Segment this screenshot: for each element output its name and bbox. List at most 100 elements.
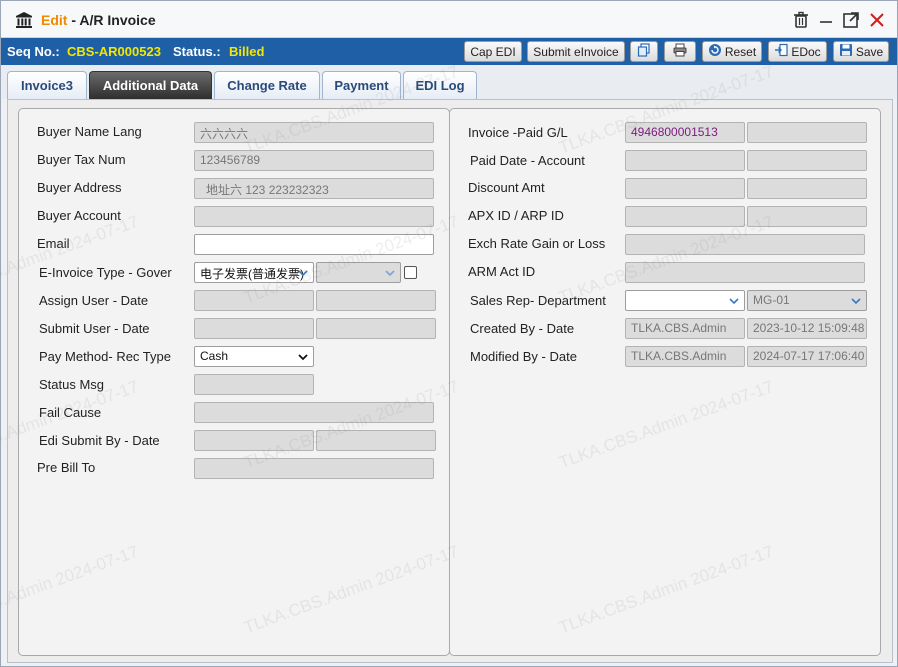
apx-arp-label: APX ID / ARP ID <box>468 208 564 223</box>
sales-rep-label: Sales Rep- Department <box>470 293 606 308</box>
buyer-tax-num-field[interactable]: 123456789 <box>194 150 434 171</box>
close-icon[interactable] <box>867 10 887 30</box>
email-field[interactable] <box>194 234 434 255</box>
fail-cause-label: Fail Cause <box>39 405 102 420</box>
submit-date-field[interactable] <box>316 318 436 339</box>
department-select[interactable]: MG-01 <box>747 290 867 311</box>
exch-rate-field[interactable] <box>625 234 865 255</box>
buyer-name-lang-field[interactable]: 六六六六 <box>194 122 434 143</box>
arm-act-field[interactable] <box>625 262 865 283</box>
maximize-icon[interactable] <box>841 10 861 30</box>
trash-icon[interactable] <box>791 10 811 30</box>
pay-method-select[interactable]: Cash <box>194 346 314 367</box>
discount-amt-field[interactable] <box>625 178 745 199</box>
right-panel: Invoice -Paid G/L 4946800001513 Paid Dat… <box>449 108 881 656</box>
chevron-down-icon <box>297 267 309 279</box>
invoice-paid-gl-field-2[interactable] <box>747 122 867 143</box>
paid-date-field[interactable] <box>625 150 745 171</box>
tab-content: Buyer Name Lang 六六六六 Buyer Tax Num 12345… <box>0 62 893 663</box>
title-bar: Edit - A/R Invoice <box>1 1 897 38</box>
exch-rate-label: Exch Rate Gain or Loss <box>468 236 606 251</box>
save-label: Save <box>855 44 884 59</box>
edi-submit-date-field[interactable] <box>316 430 436 451</box>
pre-bill-to-field[interactable] <box>194 458 434 479</box>
modified-by-label: Modified By - Date <box>470 349 577 364</box>
buyer-address-field[interactable]: 地址六 123 223232323 <box>194 178 434 199</box>
edi-submit-by-label: Edi Submit By - Date <box>39 433 160 448</box>
created-by-field[interactable]: TLKA.CBS.Admin <box>625 318 745 339</box>
copy-button[interactable] <box>630 41 658 62</box>
tab-payment[interactable]: Payment <box>322 71 401 99</box>
gover-checkbox[interactable] <box>404 266 417 279</box>
paid-date-label: Paid Date - Account <box>470 153 585 168</box>
title-separator: - <box>67 12 80 28</box>
window-title: Edit - A/R Invoice <box>41 12 156 28</box>
status-label: Status.: <box>173 44 221 59</box>
buyer-name-lang-label: Buyer Name Lang <box>37 124 142 139</box>
reset-button[interactable]: Reset <box>702 41 762 62</box>
sales-rep-select[interactable] <box>625 290 745 311</box>
invoice-paid-gl-label: Invoice -Paid G/L <box>468 125 568 140</box>
email-label: Email <box>37 236 70 251</box>
save-button[interactable]: Save <box>833 41 889 62</box>
submit-einvoice-button[interactable]: Submit eInvoice <box>527 41 625 62</box>
einvoice-type-select[interactable]: 电子发票(普通发票) <box>194 262 314 283</box>
apx-id-field[interactable] <box>625 206 745 227</box>
assign-user-label: Assign User - Date <box>39 293 149 308</box>
copy-icon <box>637 43 651 60</box>
cap-edi-button[interactable]: Cap EDI <box>464 41 522 62</box>
assign-date-field[interactable] <box>316 290 436 311</box>
status-value: Billed <box>229 44 265 59</box>
print-button[interactable] <box>664 41 696 62</box>
chevron-down-icon <box>297 351 309 363</box>
invoice-paid-gl-field[interactable]: 4946800001513 <box>625 122 745 143</box>
ar-invoice-window: Edit - A/R Invoice Seq No.: CBS-AR000523… <box>0 0 898 667</box>
save-icon <box>839 43 853 60</box>
created-date-field[interactable]: 2023-10-12 15:09:48 <box>747 318 867 339</box>
chevron-down-icon <box>728 295 740 307</box>
einvoice-type-label: E-Invoice Type - Gover <box>39 265 172 280</box>
seq-label: Seq No.: <box>7 44 60 59</box>
department-value: MG-01 <box>753 293 790 307</box>
tab-additional-data[interactable]: Additional Data <box>89 71 212 99</box>
edoc-label: EDoc <box>791 44 821 59</box>
paid-account-field[interactable] <box>747 150 867 171</box>
bank-icon <box>15 11 33 29</box>
seq-value: CBS-AR000523 <box>67 44 161 59</box>
tab-invoice3[interactable]: Invoice3 <box>7 71 87 99</box>
discount-amt-label: Discount Amt <box>468 180 545 195</box>
arm-act-label: ARM Act ID <box>468 264 536 279</box>
edoc-icon <box>774 43 788 60</box>
discount-amt-field-2[interactable] <box>747 178 867 199</box>
pay-method-label: Pay Method- Rec Type <box>39 349 171 364</box>
submit-user-field[interactable] <box>194 318 314 339</box>
edoc-button[interactable]: EDoc <box>768 41 827 62</box>
status-msg-label: Status Msg <box>39 377 105 392</box>
chevron-down-icon <box>384 267 396 279</box>
tab-change-rate[interactable]: Change Rate <box>214 71 320 99</box>
left-panel: Buyer Name Lang 六六六六 Buyer Tax Num 12345… <box>18 108 450 656</box>
reset-icon <box>708 43 722 60</box>
reset-label: Reset <box>724 44 757 59</box>
arp-id-field[interactable] <box>747 206 867 227</box>
title-mode: Edit <box>41 12 68 28</box>
minimize-icon[interactable] <box>816 10 836 30</box>
tab-edi-log[interactable]: EDI Log <box>403 71 477 99</box>
buyer-tax-num-label: Buyer Tax Num <box>37 152 126 167</box>
submit-user-label: Submit User - Date <box>39 321 150 336</box>
edi-submit-by-field[interactable] <box>194 430 314 451</box>
pay-method-value: Cash <box>200 349 229 363</box>
cap-edi-label: Cap EDI <box>470 44 516 59</box>
buyer-account-field[interactable] <box>194 206 434 227</box>
submit-einvoice-label: Submit eInvoice <box>533 44 619 59</box>
created-by-label: Created By - Date <box>470 321 575 336</box>
modified-by-field[interactable]: TLKA.CBS.Admin <box>625 346 745 367</box>
chevron-down-icon <box>850 295 862 307</box>
modified-date-field[interactable]: 2024-07-17 17:06:40 <box>747 346 867 367</box>
title-name: A/R Invoice <box>79 12 156 28</box>
fail-cause-field[interactable] <box>194 402 434 423</box>
buyer-address-label: Buyer Address <box>37 180 122 195</box>
assign-user-field[interactable] <box>194 290 314 311</box>
gover-select[interactable] <box>316 262 401 283</box>
status-msg-field[interactable] <box>194 374 314 395</box>
